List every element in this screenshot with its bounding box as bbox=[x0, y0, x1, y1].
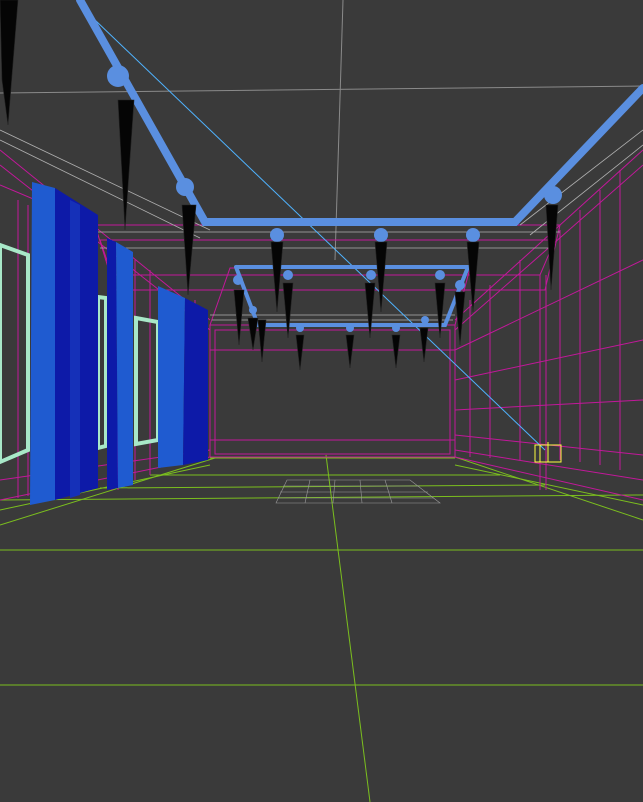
3d-viewport[interactable] bbox=[0, 0, 643, 802]
